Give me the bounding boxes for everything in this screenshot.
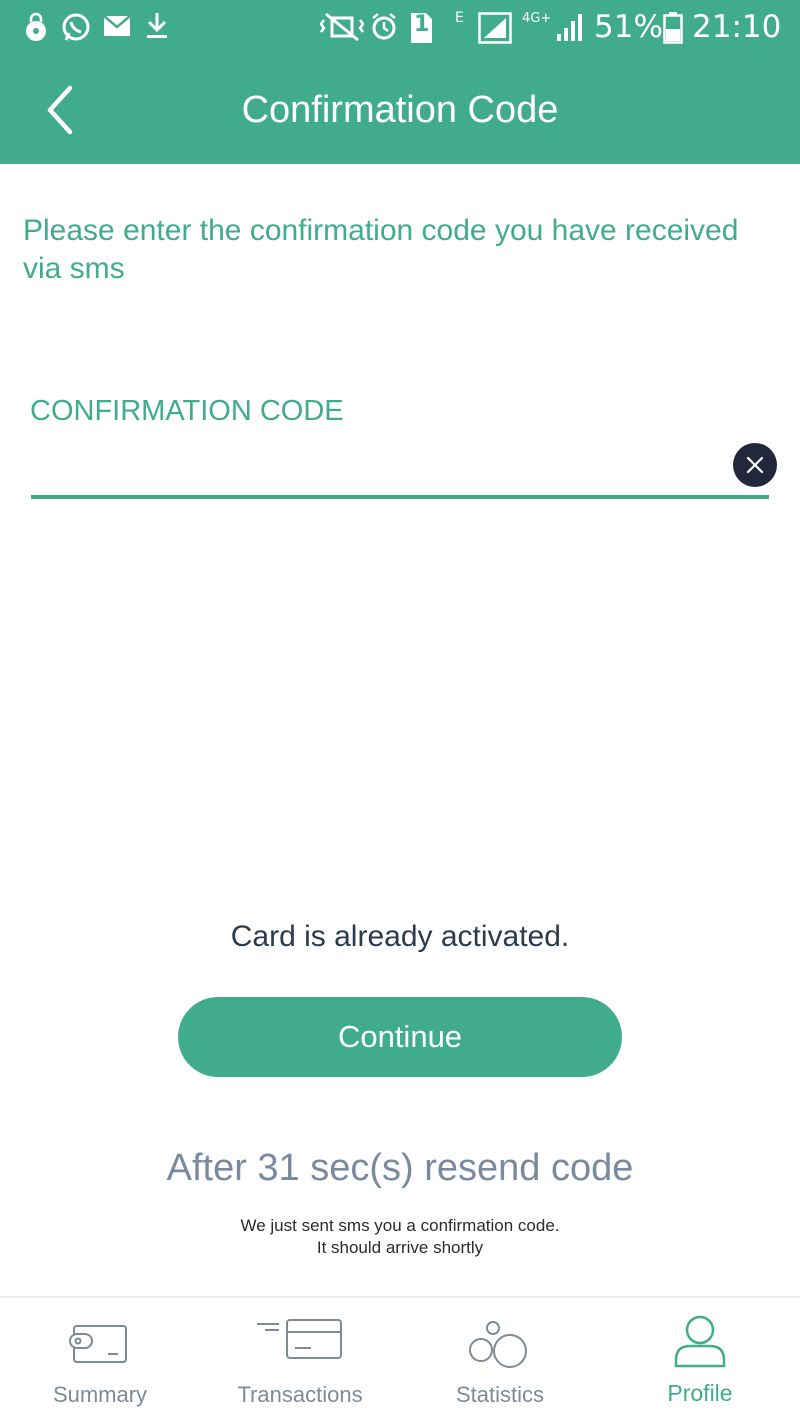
nav-item-transactions[interactable]: Transactions bbox=[200, 1298, 400, 1424]
vibrate-mute-icon bbox=[320, 12, 364, 42]
status-message: Card is already activated. bbox=[230, 920, 570, 953]
nav-label-summary: Summary bbox=[52, 1382, 148, 1407]
nav-item-profile[interactable]: Profile bbox=[600, 1298, 800, 1424]
nav-item-summary[interactable]: Summary bbox=[0, 1298, 200, 1424]
signal-box-icon bbox=[478, 12, 512, 44]
close-icon bbox=[746, 456, 764, 474]
confirmation-code-input[interactable] bbox=[31, 440, 725, 496]
network-type: 4G+ bbox=[522, 11, 552, 26]
back-button[interactable] bbox=[36, 82, 86, 138]
sms-sent-note: We just sent sms you a confirmation code… bbox=[0, 1215, 800, 1259]
whatsapp-icon bbox=[62, 13, 90, 41]
lock-app-icon bbox=[26, 12, 46, 41]
clock: 21:10 bbox=[692, 9, 782, 45]
instructions-text: Please enter the confirmation code you h… bbox=[23, 214, 739, 285]
battery-percent: 51% bbox=[594, 9, 663, 45]
resend-code-link[interactable]: After 31 sec(s) resend code bbox=[0, 1147, 800, 1190]
sim-slot-number: 1 bbox=[414, 12, 430, 37]
alarm-icon bbox=[372, 13, 396, 40]
person-icon bbox=[674, 1315, 726, 1368]
chevron-left-icon bbox=[47, 85, 73, 135]
card-transactions-icon bbox=[257, 1319, 342, 1359]
nav-label-statistics: Statistics bbox=[455, 1382, 545, 1407]
status-bar: 1 E 4G+ 51% 21:10 bbox=[0, 0, 800, 54]
nav-item-statistics[interactable]: Statistics bbox=[400, 1298, 600, 1424]
bottom-nav: Summary Transactions Statistics Profile bbox=[0, 1296, 800, 1424]
clear-input-button[interactable] bbox=[733, 443, 777, 487]
continue-button[interactable]: Continue bbox=[178, 997, 622, 1077]
nav-label-profile: Profile bbox=[667, 1380, 733, 1406]
wallet-icon bbox=[69, 1325, 127, 1363]
download-icon bbox=[147, 13, 167, 38]
mail-icon bbox=[103, 15, 131, 36]
battery-icon bbox=[663, 12, 683, 44]
bubbles-statistics-icon bbox=[469, 1321, 527, 1368]
signal-strength-icon bbox=[557, 14, 582, 41]
edge-label: E bbox=[455, 10, 464, 26]
sms-sent-note-line2: It should arrive shortly bbox=[316, 1238, 484, 1257]
page-title: Confirmation Code bbox=[241, 89, 559, 131]
sms-sent-note-line1: We just sent sms you a confirmation code… bbox=[240, 1216, 560, 1235]
app-bar: Confirmation Code bbox=[0, 54, 800, 164]
nav-label-transactions: Transactions bbox=[237, 1382, 363, 1407]
confirmation-code-label: CONFIRMATION CODE bbox=[30, 395, 344, 427]
input-underline bbox=[31, 495, 769, 499]
